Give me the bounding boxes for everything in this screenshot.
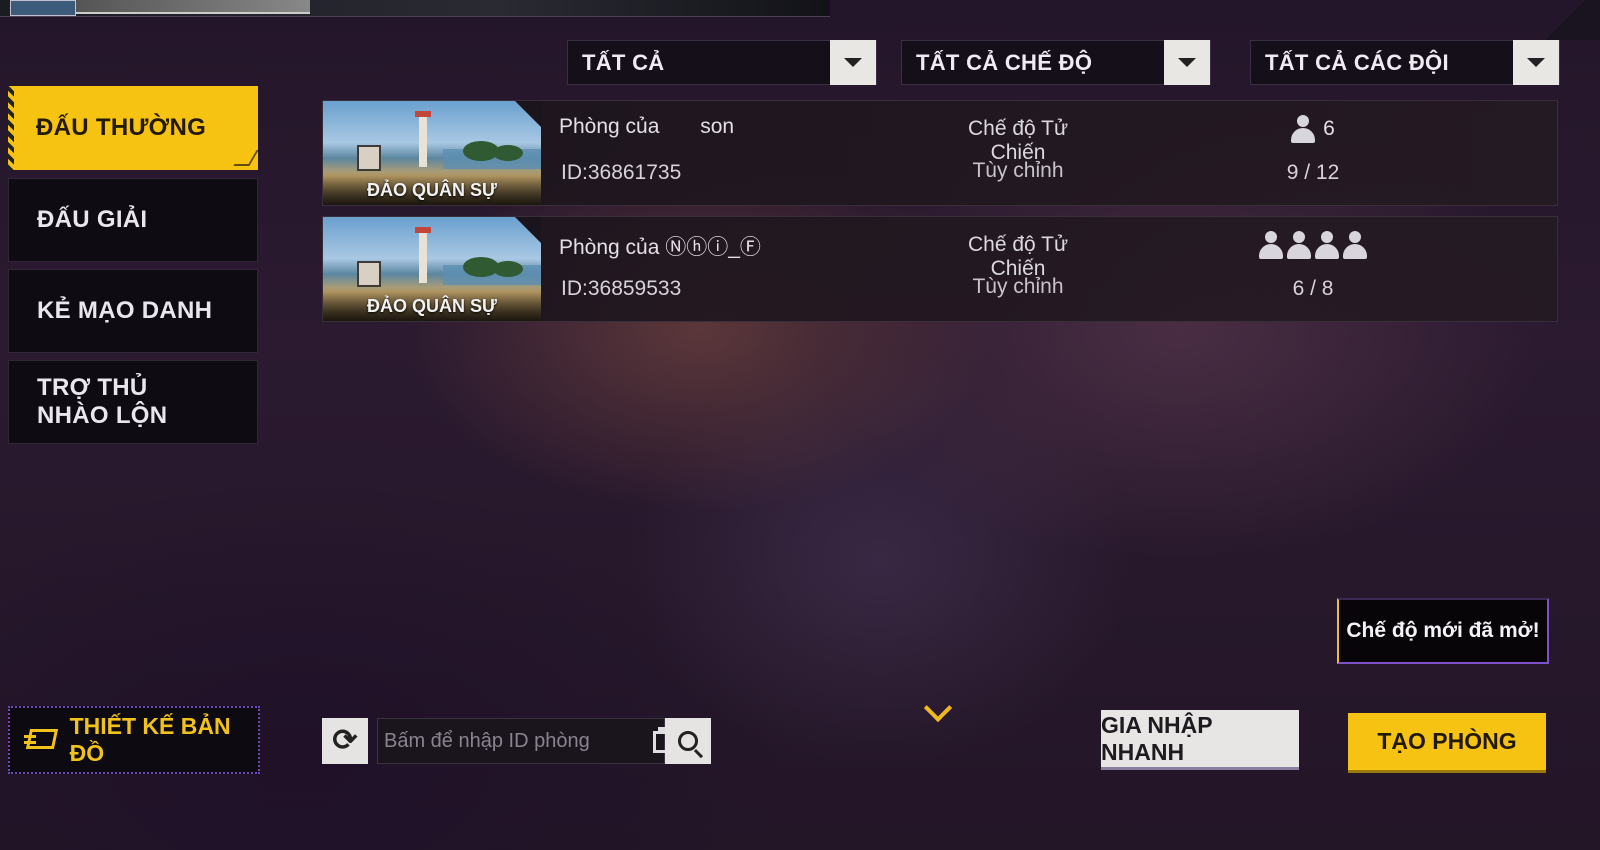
top-progress	[76, 0, 310, 14]
room-custom: Tùy chỉnh	[972, 159, 1064, 182]
map-name: ĐẢO QUÂN SỰ	[367, 180, 497, 200]
tab-stunt-helper[interactable]: TRỢ THỦ NHÀO LỘN	[8, 360, 258, 444]
tab-label: KẺ MẠO DANH	[37, 297, 213, 324]
chevron-down-icon[interactable]	[923, 693, 953, 723]
tab-label: ĐẤU GIẢI	[37, 206, 148, 233]
tab-label: ĐẤU THƯỜNG	[36, 114, 207, 141]
corner-mark	[233, 150, 259, 166]
profile-thumb[interactable]	[10, 0, 76, 16]
refresh-icon: ⟳	[332, 724, 358, 757]
room-mode: Chế độ Tử Chiến	[967, 233, 1069, 280]
paste-icon[interactable]	[651, 727, 671, 755]
filter-mode-label: TẤT CẢ CHẾ ĐỘ	[916, 49, 1093, 75]
filter-team[interactable]: TẤT CẢ CÁC ĐỘI	[1250, 40, 1560, 85]
corner-decoration	[1530, 0, 1600, 40]
quick-join-label: GIA NHẬP NHANH	[1101, 711, 1213, 765]
notice-text: Chế độ mới đã mở!	[1346, 619, 1540, 642]
search-icon	[678, 731, 698, 751]
create-room-button[interactable]: TẠO PHÒNG	[1348, 713, 1546, 773]
room-id: ID:36861735	[561, 161, 682, 184]
filter-mode[interactable]: TẤT CẢ CHẾ ĐỘ	[901, 40, 1211, 85]
chevron-down-icon[interactable]	[830, 40, 876, 85]
room-owner: Phòng của son	[559, 115, 735, 138]
person-icon	[1315, 231, 1339, 259]
team-count: 6	[1323, 117, 1335, 140]
tab-tournament[interactable]: ĐẤU GIẢI	[8, 178, 258, 262]
map-thumbnail: ĐẢO QUÂN SỰ	[323, 101, 541, 205]
create-room-label: TẠO PHÒNG	[1377, 728, 1517, 754]
tab-label: TRỢ THỦ NHÀO LỘN	[37, 374, 168, 429]
person-icon	[1343, 231, 1367, 259]
top-bar	[0, 0, 830, 17]
person-icon	[1287, 231, 1311, 259]
tab-normal-match[interactable]: ĐẤU THƯỜNG	[8, 86, 259, 170]
room-id-input[interactable]	[378, 728, 651, 754]
person-icon	[1291, 115, 1316, 143]
team-size	[1243, 231, 1383, 259]
new-mode-notice[interactable]: Chế độ mới đã mở!	[1337, 598, 1549, 664]
room-owner: Phòng của Ⓝⓗⓘ_Ⓕ	[559, 236, 761, 259]
refresh-button[interactable]: ⟳	[322, 718, 368, 764]
tab-impostor[interactable]: KẺ MẠO DANH	[8, 269, 258, 353]
room-id-search[interactable]	[377, 718, 671, 764]
chevron-down-icon[interactable]	[1164, 40, 1210, 85]
room-custom: Tùy chỉnh	[972, 275, 1064, 298]
team-size: 6	[1263, 115, 1363, 143]
search-button[interactable]	[665, 718, 711, 764]
map-design-icon	[24, 727, 58, 753]
chevron-down-icon[interactable]	[1513, 40, 1559, 85]
room-capacity: 6 / 8	[1292, 277, 1334, 300]
room-capacity: 9 / 12	[1286, 161, 1340, 184]
filter-all-label: TẤT CẢ	[582, 49, 665, 75]
map-design-label: THIẾT KẾ BẢN ĐỒ	[69, 713, 231, 766]
quick-join-button[interactable]: GIA NHẬP NHANH	[1101, 710, 1299, 770]
room-mode: Chế độ Tử Chiến	[967, 117, 1069, 164]
map-design-button[interactable]: THIẾT KẾ BẢN ĐỒ	[8, 706, 260, 774]
person-icon	[1259, 231, 1283, 259]
map-name: ĐẢO QUÂN SỰ	[367, 296, 497, 316]
map-thumbnail: ĐẢO QUÂN SỰ	[323, 217, 541, 321]
filter-team-label: TẤT CẢ CÁC ĐỘI	[1265, 49, 1449, 75]
filter-all[interactable]: TẤT CẢ	[567, 40, 877, 85]
room-id: ID:36859533	[561, 277, 682, 300]
room-item[interactable]: ĐẢO QUÂN SỰ Phòng của Ⓝⓗⓘ_Ⓕ ID:36859533 …	[322, 216, 1558, 322]
room-item[interactable]: ĐẢO QUÂN SỰ Phòng của son ID:36861735 Ch…	[322, 100, 1558, 206]
